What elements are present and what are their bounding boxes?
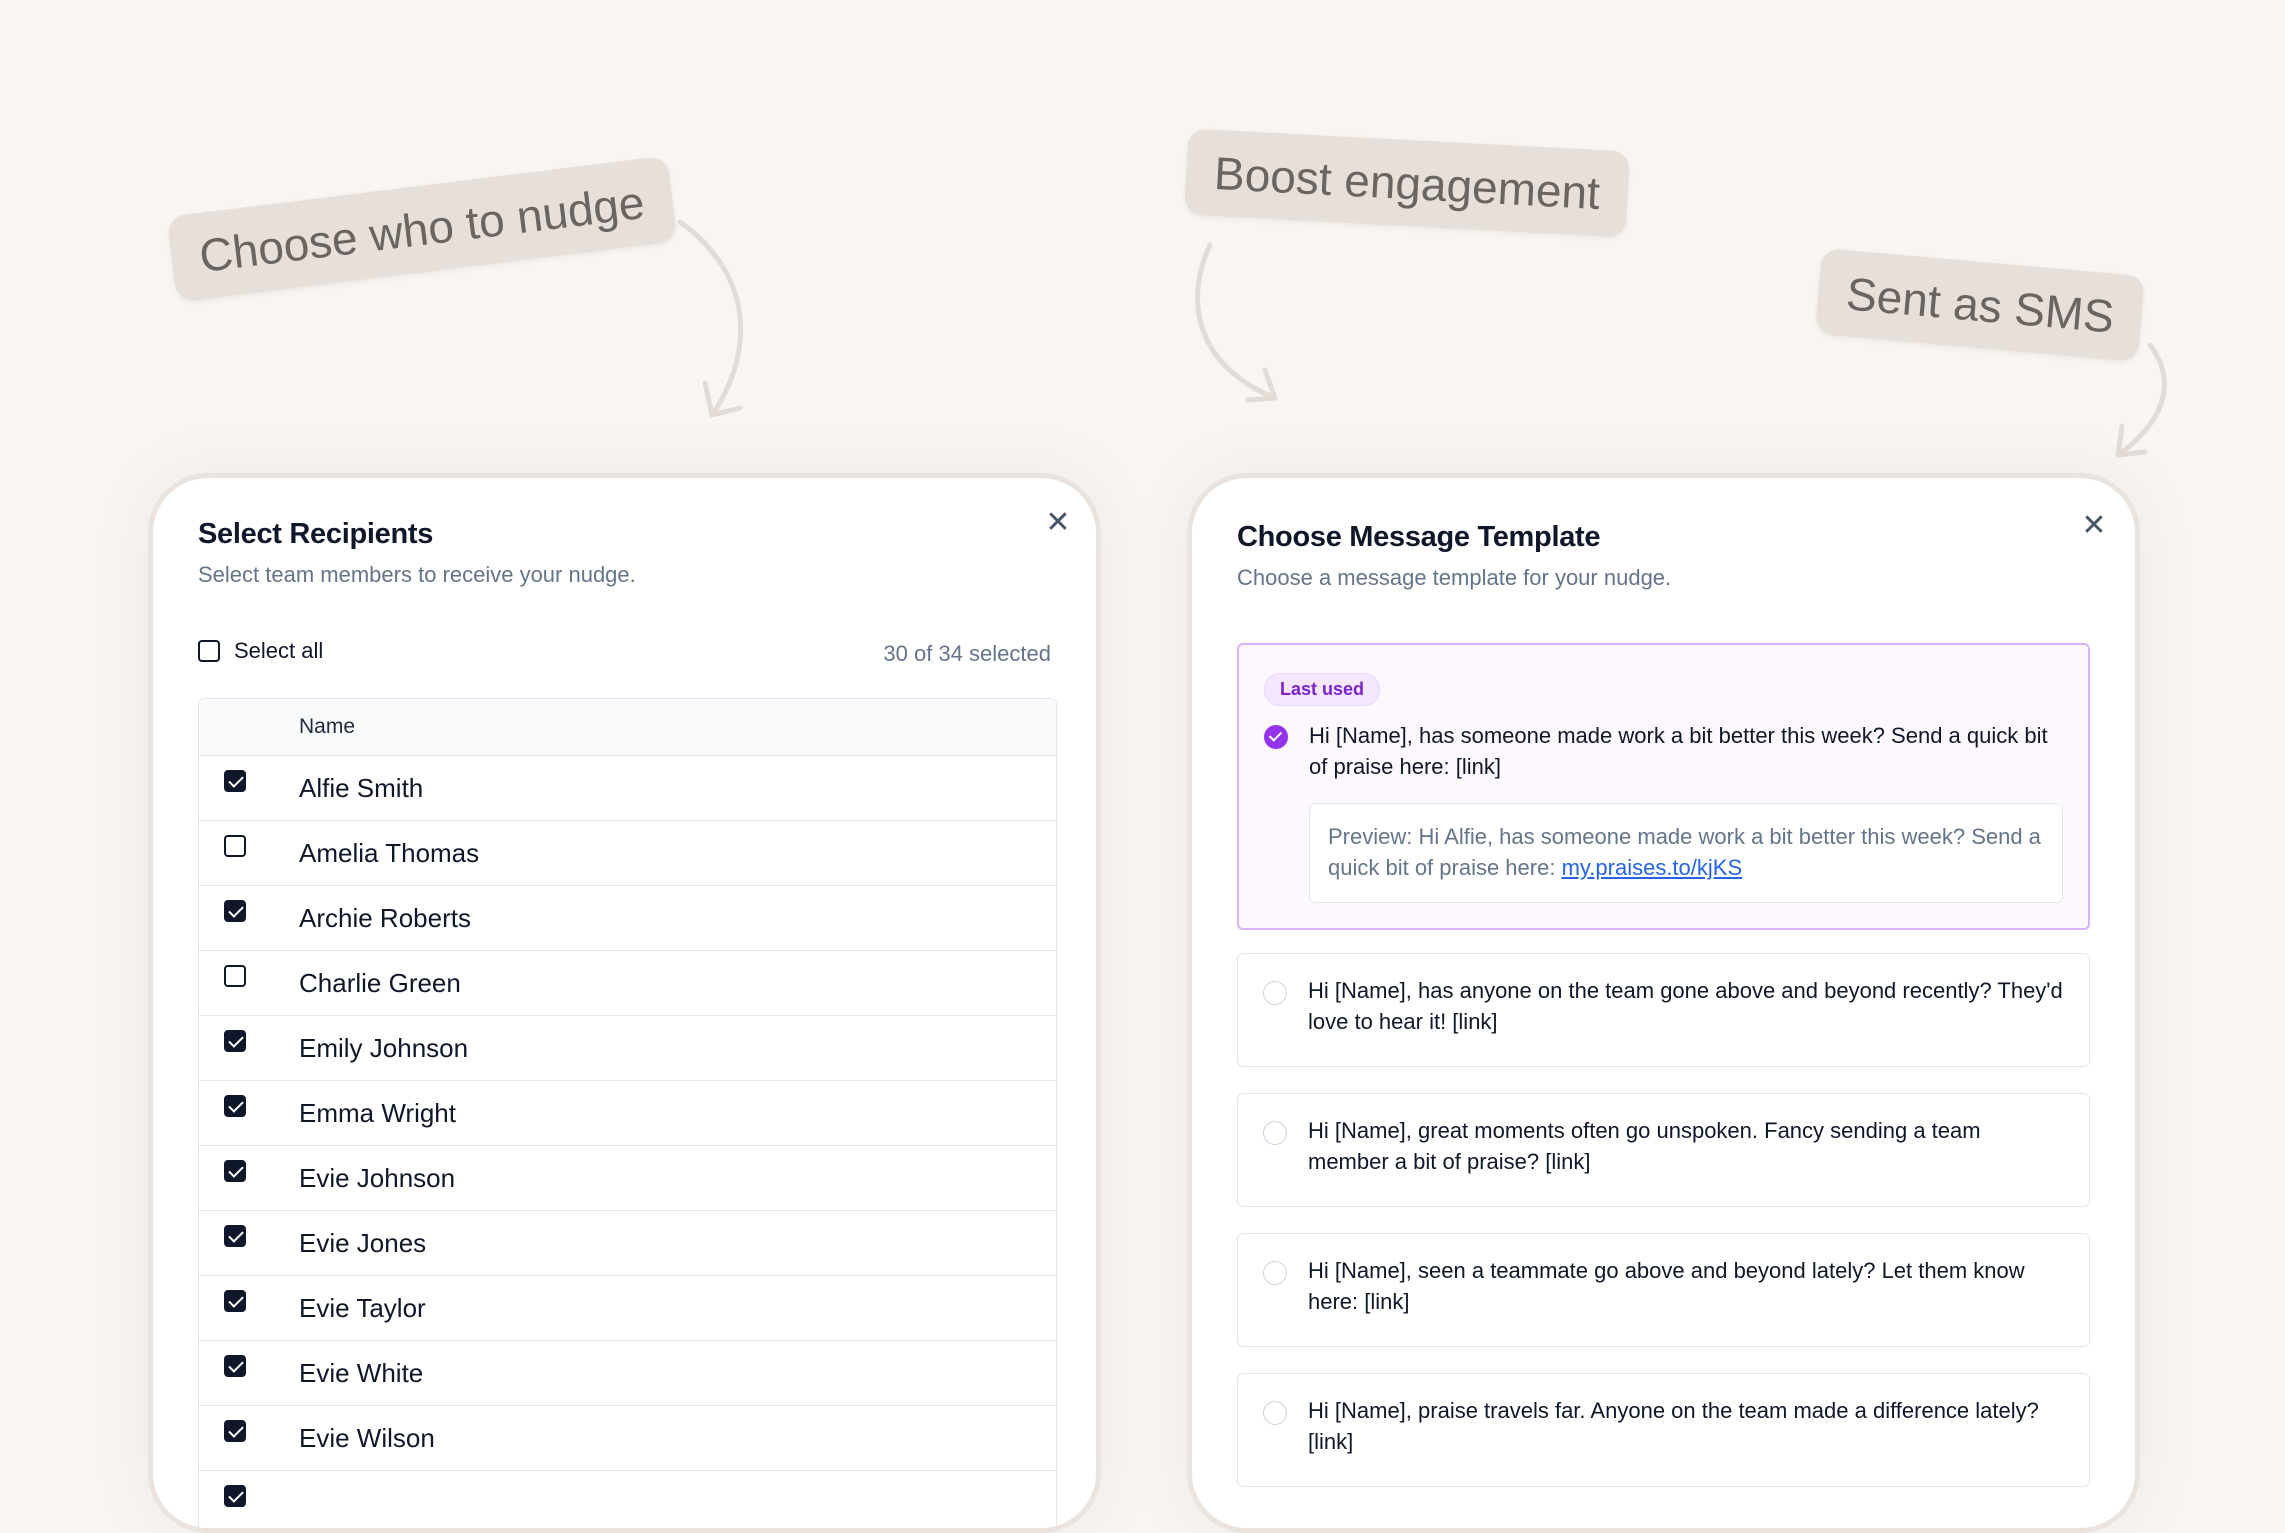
row-checkbox[interactable] bbox=[224, 1355, 246, 1377]
recipient-name: Evie Jones bbox=[299, 1227, 427, 1258]
recipient-name: Archie Roberts bbox=[299, 902, 471, 933]
recipient-name: Evie White bbox=[299, 1357, 424, 1388]
template-radio-selected[interactable] bbox=[1264, 725, 1288, 749]
row-checkbox[interactable] bbox=[224, 835, 246, 857]
row-checkbox[interactable] bbox=[224, 1290, 246, 1312]
selected-count: 30 of 34 selected bbox=[883, 641, 1051, 666]
recipient-name: Evie Taylor bbox=[299, 1292, 426, 1323]
template-dialog: Choose Message Template Choose a message… bbox=[1187, 473, 2140, 1533]
select-all-control[interactable]: Select all bbox=[198, 638, 323, 664]
column-header-name: Name bbox=[299, 715, 356, 738]
dialog-title: Choose Message Template bbox=[1237, 521, 1601, 553]
template-radio[interactable] bbox=[1263, 1401, 1287, 1425]
template-option[interactable]: Last used Hi [Name], has someone made wo… bbox=[1237, 643, 2090, 930]
select-all-label: Select all bbox=[234, 638, 324, 663]
row-checkbox[interactable] bbox=[224, 1095, 246, 1117]
recipient-name: Emily Johnson bbox=[299, 1032, 469, 1063]
dialog-title: Select Recipients bbox=[198, 518, 434, 550]
template-text: Hi [Name], has anyone on the team gone a… bbox=[1308, 978, 2063, 1034]
table-row[interactable]: Alfie Smith bbox=[199, 756, 1056, 821]
arrow-to-templates bbox=[1195, 242, 1278, 401]
table-row[interactable]: Evie Johnson bbox=[199, 1146, 1056, 1211]
table-row[interactable]: Emma Wright bbox=[199, 1081, 1056, 1146]
template-radio[interactable] bbox=[1263, 1261, 1287, 1285]
row-checkbox[interactable] bbox=[224, 770, 246, 792]
recipients-table: Name Alfie Smith Amelia Thomas Archie Robe… bbox=[198, 698, 1057, 1528]
table-row[interactable]: Evie White bbox=[199, 1341, 1056, 1406]
table-row[interactable]: Amelia Thomas bbox=[199, 821, 1056, 886]
arrow-to-recipients bbox=[677, 219, 744, 418]
recipients-dialog: Select Recipients Select team members to… bbox=[148, 473, 1101, 1533]
table-row[interactable]: Evie Wilson bbox=[199, 1406, 1056, 1471]
row-checkbox[interactable] bbox=[224, 1030, 246, 1052]
template-option[interactable]: Hi [Name], praise travels far. Anyone on… bbox=[1237, 1373, 2090, 1487]
recipient-name: Amelia Thomas bbox=[299, 837, 480, 868]
row-checkbox[interactable] bbox=[224, 1420, 246, 1442]
template-radio[interactable] bbox=[1263, 1121, 1287, 1145]
select-all-checkbox[interactable] bbox=[198, 640, 220, 662]
template-option[interactable]: Hi [Name], great moments often go unspok… bbox=[1237, 1093, 2090, 1207]
table-row[interactable]: Charlie Green bbox=[199, 951, 1056, 1016]
row-checkbox[interactable] bbox=[224, 900, 246, 922]
dialog-subtitle: Choose a message template for your nudge… bbox=[1237, 565, 1672, 590]
template-text: Hi [Name], praise travels far. Anyone on… bbox=[1308, 1398, 2039, 1454]
table-row[interactable]: Emily Johnson bbox=[199, 1016, 1056, 1081]
template-radio[interactable] bbox=[1263, 981, 1287, 1005]
row-checkbox[interactable] bbox=[224, 1225, 246, 1247]
table-header: Name bbox=[199, 699, 1056, 756]
template-option[interactable]: Hi [Name], seen a teammate go above and … bbox=[1237, 1233, 2090, 1347]
recipient-name: Evie Wilson bbox=[299, 1422, 435, 1453]
template-option[interactable]: Hi [Name], has anyone on the team gone a… bbox=[1237, 953, 2090, 1067]
template-text: Hi [Name], has someone made work a bit b… bbox=[1309, 723, 2048, 779]
last-used-badge: Last used bbox=[1264, 673, 1381, 706]
row-checkbox[interactable] bbox=[224, 1485, 246, 1507]
template-preview: Preview: Hi Alfie, has someone made work… bbox=[1309, 803, 2063, 903]
template-text: Hi [Name], great moments often go unspok… bbox=[1308, 1118, 1981, 1174]
template-text: Hi [Name], seen a teammate go above and … bbox=[1308, 1258, 2025, 1314]
arrow-to-sms bbox=[2115, 342, 2167, 458]
dialog-subtitle: Select team members to receive your nudg… bbox=[198, 562, 636, 587]
recipient-name: Alfie Smith bbox=[299, 772, 424, 803]
recipient-name: Evie Johnson bbox=[299, 1162, 456, 1193]
close-icon[interactable]: ✕ bbox=[2079, 511, 2109, 541]
close-icon[interactable]: ✕ bbox=[1043, 508, 1073, 538]
row-checkbox[interactable] bbox=[224, 965, 246, 987]
table-row[interactable]: Archie Roberts bbox=[199, 886, 1056, 951]
table-row[interactable]: Evie Taylor bbox=[199, 1276, 1056, 1341]
row-checkbox[interactable] bbox=[224, 1160, 246, 1182]
table-row[interactable]: Evie Jones bbox=[199, 1211, 1056, 1276]
preview-link[interactable]: my.praises.to/kjKS bbox=[1562, 855, 1743, 880]
table-row[interactable] bbox=[199, 1471, 1056, 1528]
recipient-name: Charlie Green bbox=[299, 967, 461, 998]
recipient-name: Emma Wright bbox=[299, 1097, 456, 1128]
